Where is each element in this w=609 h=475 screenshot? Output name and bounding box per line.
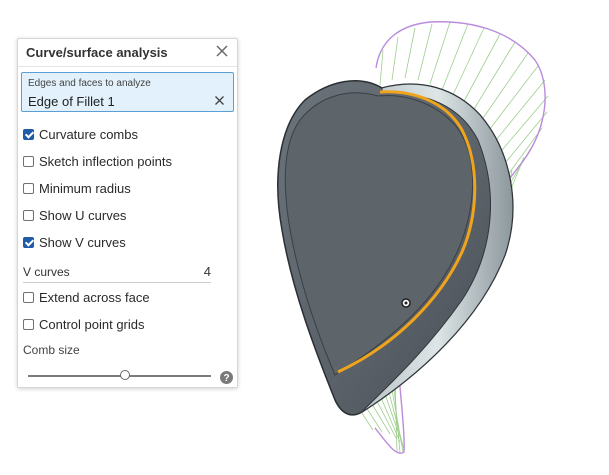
show-v-curves-checkbox[interactable] [23, 236, 34, 248]
comb-size-slider-thumb[interactable] [119, 370, 130, 380]
selection-field-label: Edges and faces to analyze [28, 78, 151, 89]
v-curves-field[interactable]: V curves 4 [23, 264, 211, 283]
clear-selection-icon[interactable] [214, 95, 225, 106]
v-curves-value[interactable]: 4 [204, 264, 211, 279]
show-v-curves-option[interactable]: Show V curves [23, 233, 233, 251]
show-u-curves-checkbox[interactable] [23, 209, 34, 221]
panel-header: Curve/surface analysis [18, 39, 237, 67]
minimum-radius-checkbox[interactable] [23, 182, 34, 194]
control-point-grids-option[interactable]: Control point grids [23, 315, 233, 333]
inflection-marker-dot [404, 301, 408, 305]
show-v-curves-label: Show V curves [39, 234, 126, 250]
curvature-combs-option[interactable]: Curvature combs [23, 125, 233, 143]
edges-faces-selection-field[interactable]: Edges and faces to analyze Edge of Fille… [21, 72, 234, 112]
v-curves-label: V curves [23, 265, 70, 279]
show-u-curves-option[interactable]: Show U curves [23, 206, 233, 224]
help-icon[interactable]: ? [220, 371, 233, 384]
sketch-inflection-points-option[interactable]: Sketch inflection points [23, 152, 233, 170]
minimum-radius-label: Minimum radius [39, 180, 131, 196]
extend-across-face-option[interactable]: Extend across face [23, 288, 233, 306]
show-u-curves-label: Show U curves [39, 207, 127, 223]
control-point-grids-checkbox[interactable] [23, 318, 34, 330]
minimum-radius-option[interactable]: Minimum radius [23, 179, 233, 197]
curve-surface-analysis-panel: Curve/surface analysis Edges and faces t… [17, 38, 238, 388]
curvature-combs-label: Curvature combs [39, 126, 138, 142]
sketch-inflection-points-checkbox[interactable] [23, 155, 34, 167]
svg-text:?: ? [223, 373, 229, 384]
extend-across-face-checkbox[interactable] [23, 291, 34, 303]
comb-size-label: Comb size [23, 343, 80, 357]
panel-title: Curve/surface analysis [26, 45, 168, 60]
sketch-inflection-points-label: Sketch inflection points [39, 153, 172, 169]
extend-across-face-label: Extend across face [39, 289, 150, 305]
control-point-grids-label: Control point grids [39, 316, 145, 332]
curvature-combs-checkbox[interactable] [23, 128, 34, 140]
close-icon[interactable] [215, 44, 229, 58]
selected-entity[interactable]: Edge of Fillet 1 [28, 94, 115, 109]
